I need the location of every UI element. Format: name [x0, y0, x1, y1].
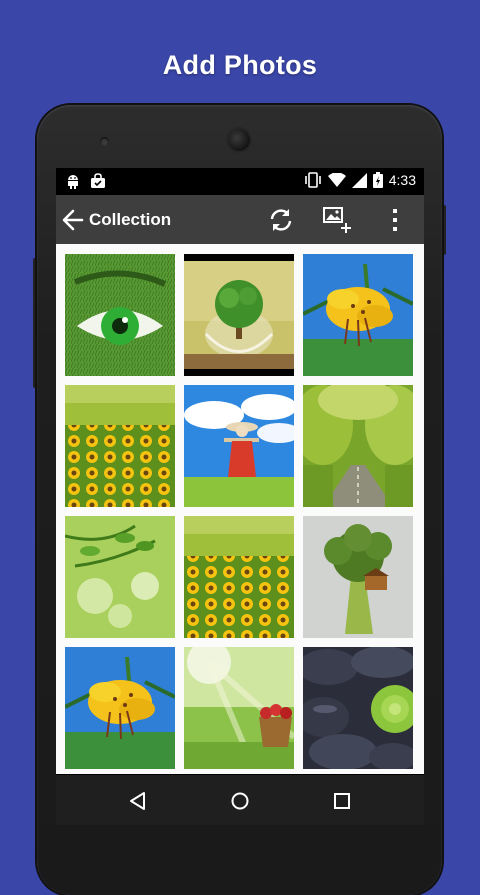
photo-tile[interactable] — [184, 516, 294, 638]
photo-green-leaves — [65, 516, 175, 638]
photo-black-stones — [303, 647, 413, 769]
photo-tile[interactable] — [65, 385, 175, 507]
photo-tile[interactable] — [65, 254, 175, 376]
android-notification-icon — [68, 175, 78, 189]
photo-tile[interactable] — [65, 516, 175, 638]
photo-yellow-lily — [65, 647, 175, 769]
status-time: 4:33 — [388, 172, 416, 188]
photo-tree-road — [303, 385, 413, 507]
photo-scarecrow — [184, 385, 294, 507]
cell-signal-icon — [351, 172, 367, 188]
photo-green-eye — [65, 254, 175, 376]
promo-headline: Add Photos — [162, 50, 318, 80]
photo-yellow-lily — [303, 254, 413, 376]
photo-apple-basket — [184, 647, 294, 769]
overflow-menu-icon[interactable] — [389, 208, 401, 232]
phone-bottom-bezel — [56, 825, 424, 854]
photo-tile[interactable] — [303, 647, 413, 769]
status-bar: 4:33 — [56, 168, 424, 195]
toolbar-title: Collection — [89, 210, 172, 229]
photo-tile[interactable] — [303, 254, 413, 376]
photo-broccoli-house — [303, 516, 413, 638]
system-nav-bar — [56, 775, 424, 825]
photo-tree-globe — [184, 254, 294, 376]
photo-sunflowers — [65, 385, 175, 507]
vibrate-icon — [304, 172, 321, 188]
photo-grid-area — [56, 244, 424, 774]
add-photo-icon[interactable] — [322, 205, 352, 235]
photo-sunflowers — [184, 516, 294, 638]
photo-tile[interactable] — [184, 254, 294, 376]
photo-tile[interactable] — [65, 647, 175, 769]
wifi-icon — [327, 172, 346, 187]
refresh-icon[interactable] — [268, 207, 294, 233]
nav-recents-icon[interactable] — [330, 789, 354, 813]
photo-tile[interactable] — [303, 385, 413, 507]
shopping-bag-icon — [91, 173, 105, 188]
photo-tile[interactable] — [303, 516, 413, 638]
photo-tile[interactable] — [184, 647, 294, 769]
app-toolbar: Collection — [56, 195, 424, 244]
back-arrow-icon[interactable] — [60, 207, 86, 233]
phone-screen: 4:33 Collection — [56, 168, 424, 854]
front-camera — [228, 129, 250, 151]
nav-back-icon[interactable] — [126, 789, 150, 813]
battery-icon — [372, 172, 383, 188]
phone-sensor — [100, 137, 109, 146]
nav-home-icon[interactable] — [228, 789, 252, 813]
photo-tile[interactable] — [184, 385, 294, 507]
